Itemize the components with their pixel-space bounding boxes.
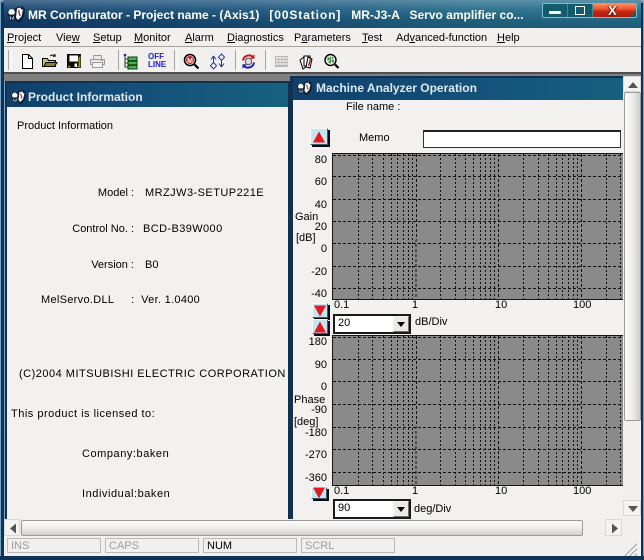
svg-text:M: M xyxy=(187,58,193,65)
